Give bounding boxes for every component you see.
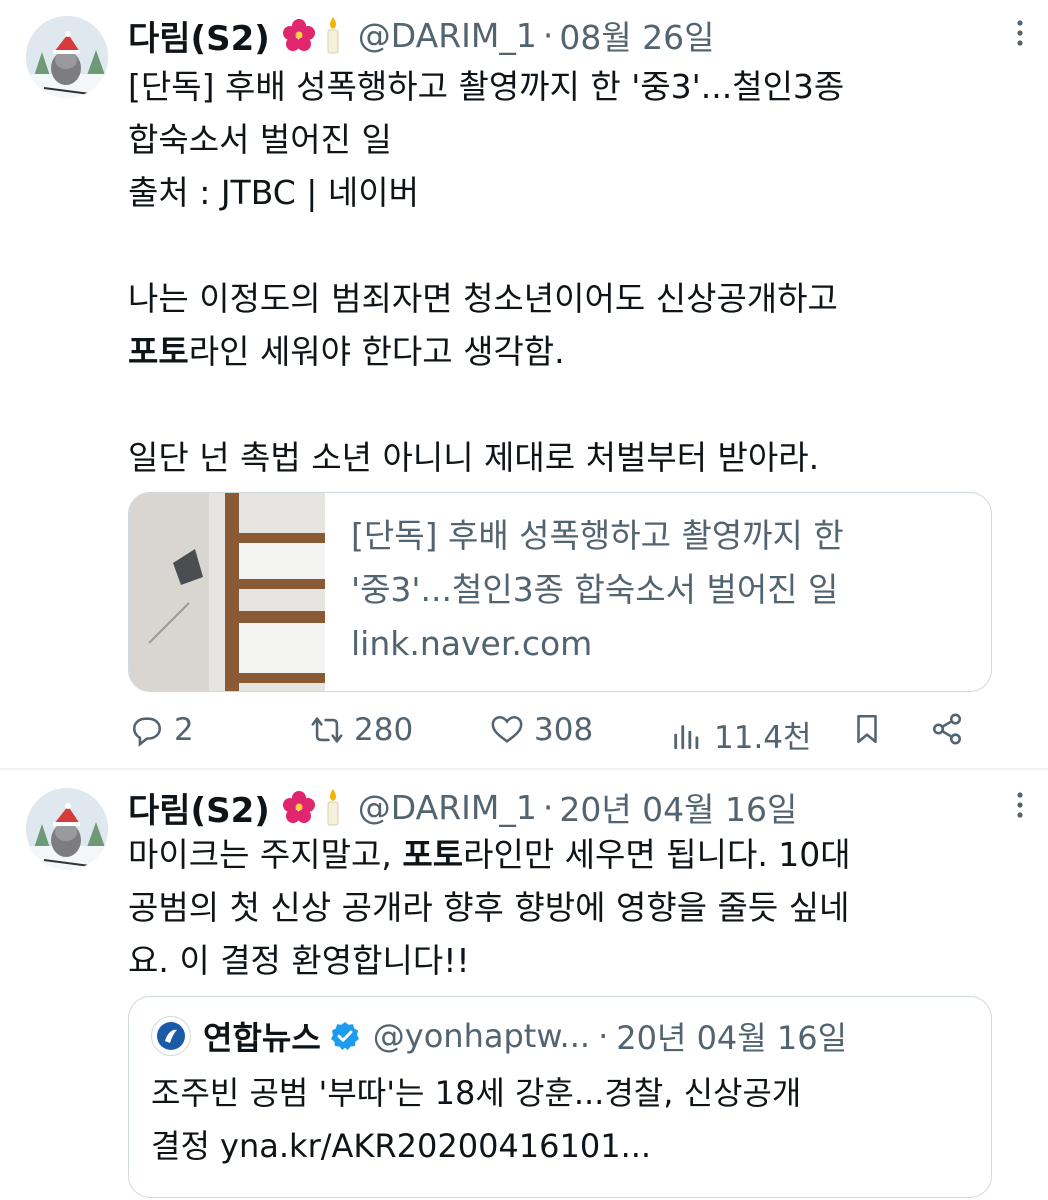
tweet-line: 일단 넌 촉법 소년 아니니 제대로 처벌부터 받아라. [128, 438, 820, 477]
link-card-image [129, 493, 325, 691]
author-handle[interactable]: @DARIM_1 [358, 788, 537, 827]
tweet-header: 다림(S2) @DARIM_1 · 20년 04월 16일 [128, 782, 797, 832]
share-icon [932, 713, 962, 745]
link-card-domain: link.naver.com [351, 624, 593, 663]
tweet-line-part: 마이크는 주지말고, [128, 835, 403, 874]
tweet-header: 다림(S2) @DARIM_1 · 08월 26일 [128, 10, 715, 60]
more-options-icon[interactable] [1014, 18, 1026, 56]
views-count: 11.4천 [714, 720, 812, 756]
quoted-tweet[interactable]: 연합뉴스 @yonhaptw... · 20년 04월 16일 조주빈 공범 '… [128, 996, 992, 1198]
tweet-line: 공범의 첫 신상 공개라 향후 향방에 영향을 줄듯 싶네 [128, 888, 850, 927]
separator-dot: · [598, 1017, 609, 1055]
avatar[interactable] [26, 788, 108, 870]
tweet-date[interactable]: 20년 04월 16일 [559, 783, 797, 831]
share-button[interactable] [930, 712, 964, 746]
separator-dot: · [542, 15, 554, 55]
tweet-line: 합숙소서 벌어진 일 [128, 120, 392, 159]
author-emoji [282, 787, 344, 827]
link-card-title: [단독] 후배 성폭행하고 촬영까지 한 [351, 516, 844, 555]
retweet-icon [311, 717, 343, 743]
bold-word: 포토 [402, 835, 464, 874]
avatar-image [26, 16, 108, 98]
tweet-line: 마이크는 주지말고, 포토라인만 세우면 됩니다. 10대 [128, 828, 1018, 881]
separator-dot: · [542, 787, 554, 827]
tweet-actions: 2 280 308 11.4천 [130, 712, 1018, 756]
tweet-line: 나는 이정도의 범죄자면 청소년이어도 신상공개하고 [128, 279, 838, 318]
candle-icon [327, 789, 339, 826]
tweet-1[interactable]: 다림(S2) @DARIM_1 · 08월 26일 [단독] 후배 성폭행하고 … [0, 0, 1048, 768]
author-emoji [282, 15, 344, 55]
tweet-line: 출처 : JTBC | 네이버 [128, 173, 419, 212]
reply-button[interactable]: 2 [130, 712, 194, 748]
tweet-line: [단독] 후배 성폭행하고 촬영까지 한 '중3'...철인3종 [128, 67, 845, 106]
author-name[interactable]: 다림(S2) [128, 783, 270, 832]
retweet-count: 280 [354, 712, 414, 748]
tweet-text: 마이크는 주지말고, 포토라인만 세우면 됩니다. 10대 공범의 첫 신상 공… [128, 828, 1018, 987]
quoted-line: 결정 yna.kr/AKR20200416101... [151, 1127, 652, 1165]
candle-icon [327, 17, 339, 54]
reply-icon [132, 717, 162, 747]
link-card[interactable]: [단독] 후배 성폭행하고 촬영까지 한 '중3'...철인3종 합숙소서 벌어… [128, 492, 992, 692]
quoted-author-handle: @yonhaptw... [372, 1017, 591, 1055]
quoted-tweet-text: 조주빈 공범 '부따'는 18세 강훈...경찰, 신상공개 결정 yna.kr… [151, 1067, 801, 1173]
heart-icon [491, 715, 523, 743]
link-card-text: [단독] 후배 성폭행하고 촬영까지 한 '중3'...철인3종 합숙소서 벌어… [351, 509, 844, 671]
more-options-icon[interactable] [1014, 790, 1026, 828]
tweet-line: 요. 이 결정 환영합니다!! [128, 941, 470, 980]
quoted-line: 조주빈 공범 '부따'는 18세 강훈...경찰, 신상공개 [151, 1074, 802, 1112]
like-count: 308 [534, 712, 594, 748]
reply-count: 2 [174, 712, 194, 748]
tweet-text: [단독] 후배 성폭행하고 촬영까지 한 '중3'...철인3종 합숙소서 벌어… [128, 60, 1018, 484]
views-chart-icon [674, 724, 699, 749]
like-button[interactable]: 308 [490, 712, 593, 748]
retweet-button[interactable]: 280 [310, 712, 413, 748]
link-card-title: '중3'...철인3종 합숙소서 벌어진 일 [351, 570, 839, 609]
quoted-author-name: 연합뉴스 [203, 1019, 321, 1057]
tweet-date[interactable]: 08월 26일 [559, 11, 714, 59]
avatar[interactable] [26, 16, 108, 98]
author-name[interactable]: 다림(S2) [128, 11, 270, 60]
bookmark-icon [857, 714, 877, 744]
tweet-line-rest: 라인 세워야 한다고 생각함. [188, 332, 565, 371]
hibiscus-icon [282, 19, 315, 51]
views-button[interactable]: 11.4천 [670, 712, 812, 757]
verified-badge-icon [330, 1022, 359, 1050]
author-handle[interactable]: @DARIM_1 [358, 16, 537, 55]
yonhap-logo-icon[interactable] [151, 1016, 191, 1056]
avatar-image [26, 788, 108, 870]
bold-word: 포토 [128, 332, 189, 371]
tweet-line: 포토라인 세워야 한다고 생각함. [128, 325, 1018, 378]
tweet-2[interactable]: 다림(S2) @DARIM_1 · 20년 04월 16일 마이크는 주지말고,… [0, 768, 1048, 1200]
tweet-line-part: 라인만 세우면 됩니다. 10대 [463, 835, 851, 874]
quoted-tweet-date: 20년 04월 16일 [616, 1019, 848, 1057]
bookmark-button[interactable] [850, 712, 884, 746]
quoted-tweet-header: 연합뉴스 @yonhaptw... · 20년 04월 16일 [151, 1013, 847, 1059]
hibiscus-icon [282, 791, 315, 823]
